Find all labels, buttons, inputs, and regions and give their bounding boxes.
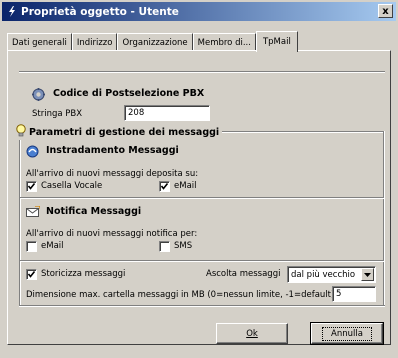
- envelope-icon: [26, 205, 41, 220]
- app-icon: [6, 6, 17, 17]
- max-size-value: 5: [336, 289, 342, 299]
- listen-order-value: dal più vecchio: [291, 269, 356, 280]
- notify-email-checkbox[interactable]: [26, 241, 37, 252]
- tab-strip: Dati generali Indirizzo Organizzazione M…: [7, 29, 298, 52]
- max-size-input[interactable]: 5: [332, 286, 376, 302]
- routing-email-checkbox[interactable]: [159, 181, 170, 192]
- notify-email-label: eMail: [41, 241, 64, 251]
- cancel-button[interactable]: Annulla: [310, 322, 384, 345]
- routing-icon: [26, 145, 39, 161]
- routing-prompt: All'arrivo di nuovi messaggi deposita su…: [26, 169, 199, 179]
- title-bar[interactable]: Proprietà oggetto - Utente x: [2, 2, 396, 21]
- pbx-field-label: Stringa PBX: [32, 109, 83, 119]
- cancel-focus-rect: Annulla: [322, 326, 372, 341]
- store-messages-checkbox[interactable]: [26, 269, 37, 280]
- notify-sms-label: SMS: [174, 241, 193, 251]
- close-button[interactable]: x: [378, 4, 393, 18]
- tab-label: Organizzazione: [122, 37, 188, 48]
- notify-separator: [20, 260, 384, 262]
- tab-label: Indirizzo: [76, 37, 113, 48]
- listen-order-select[interactable]: dal più vecchio: [287, 266, 376, 283]
- dropdown-button[interactable]: [361, 268, 374, 281]
- top-separator: [19, 71, 385, 73]
- window-title: Proprietà oggetto - Utente: [21, 5, 179, 18]
- listen-messages-label: Ascolta messaggi: [206, 269, 281, 279]
- gear-icon: [32, 88, 45, 104]
- tab-label: Dati generali: [12, 37, 67, 48]
- max-size-label: Dimensione max. cartella messaggi in MB …: [26, 290, 335, 300]
- tab-membro-di[interactable]: Membro di...: [192, 33, 256, 51]
- messages-group-heading: Parametri di gestione dei messaggi: [29, 126, 220, 138]
- tab-organizzazione[interactable]: Organizzazione: [117, 33, 193, 51]
- voicemail-label: Casella Vocale: [41, 181, 103, 191]
- voicemail-checkbox[interactable]: [26, 181, 37, 192]
- tab-label: TpMail: [262, 37, 291, 47]
- pbx-string-input[interactable]: 208: [124, 105, 210, 121]
- notify-prompt: All'arrivo di nuovi messaggi notifica pe…: [26, 229, 198, 239]
- properties-dialog: Proprietà oggetto - Utente x Dati genera…: [0, 0, 398, 358]
- close-icon: x: [382, 5, 389, 17]
- routing-email-label: eMail: [174, 181, 197, 191]
- notify-heading: Notifica Messaggi: [46, 206, 142, 217]
- ok-button[interactable]: Ok: [216, 323, 288, 344]
- pbx-heading: Codice di Postselezione PBX: [53, 88, 205, 99]
- pbx-string-value: 208: [128, 108, 145, 118]
- group-bottom-border: [19, 305, 385, 307]
- tab-label: Membro di...: [197, 37, 251, 48]
- routing-heading: Instradamento Messaggi: [46, 145, 179, 156]
- tab-tpmail[interactable]: TpMail: [255, 31, 298, 52]
- group-right-border: [383, 131, 385, 306]
- tab-dati-generali[interactable]: Dati generali: [7, 33, 72, 51]
- chevron-down-icon: [364, 272, 371, 277]
- messages-group-caption: Parametri di gestione dei messaggi: [15, 124, 223, 140]
- tab-indirizzo[interactable]: Indirizzo: [71, 33, 118, 51]
- store-messages-label: Storicizza messaggi: [41, 269, 126, 279]
- cancel-label: Annulla: [331, 328, 363, 339]
- group-left-border: [19, 131, 21, 306]
- routing-separator: [20, 197, 384, 199]
- notify-sms-checkbox[interactable]: [159, 241, 170, 252]
- ok-label: Ok: [246, 328, 258, 339]
- bulb-icon: [15, 124, 27, 140]
